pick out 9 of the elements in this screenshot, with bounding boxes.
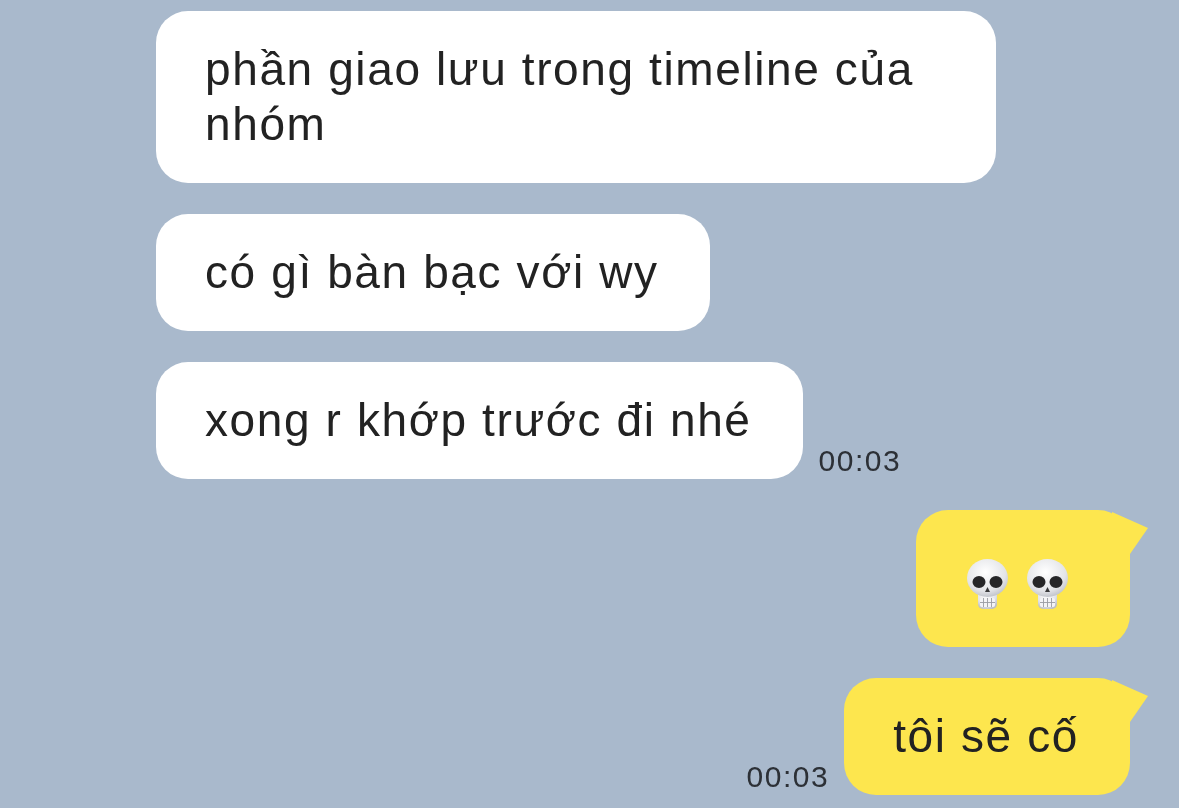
- message-time: 00:03: [746, 760, 830, 794]
- message-bubble: xong r khớp trước đi nhé: [156, 362, 803, 479]
- skull-icon: [1027, 559, 1068, 609]
- skull-icon: [967, 559, 1008, 609]
- bubble-tail: [1112, 678, 1148, 722]
- message-bubble: phần giao lưu trong timeline của nhóm: [156, 11, 996, 183]
- message-bubble: tôi sẽ cố: [844, 678, 1130, 795]
- message-time: 00:03: [818, 444, 902, 478]
- message-bubble: có gì bàn bạc với wy: [156, 214, 710, 331]
